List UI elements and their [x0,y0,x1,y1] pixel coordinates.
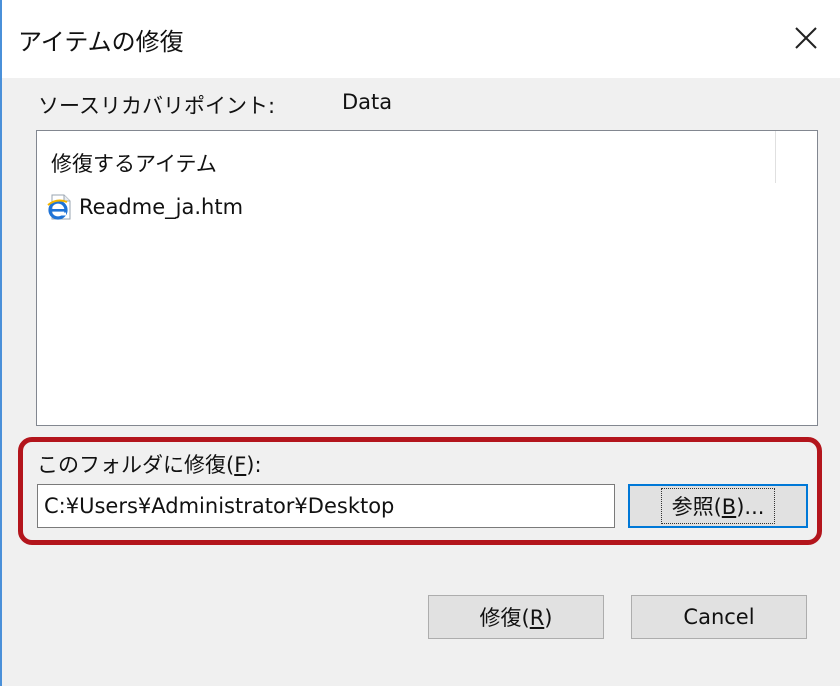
list-item[interactable]: Readme_ja.htm [45,191,243,223]
restore-button[interactable]: 修復(R) [428,595,604,639]
restore-folder-path-input[interactable] [37,484,615,528]
close-icon [795,27,817,49]
title-bar: アイテムの修復 [2,0,840,78]
file-name: Readme_ja.htm [79,195,244,219]
restore-button-label: 修復(R) [479,606,553,630]
browse-button-label: 参照(B)... [660,488,776,524]
restore-items-dialog: アイテムの修復 ソースリカバリポイント: Data 修復するアイテム Readm… [0,0,840,686]
source-recovery-point-value: Data [342,90,393,114]
ie-html-file-icon [47,194,71,220]
window-border [0,0,2,686]
items-to-restore-list[interactable]: 修復するアイテム Readme_ja.htm [36,130,818,426]
source-recovery-point-label: ソースリカバリポイント: [38,94,276,118]
restore-folder-label: このフォルダに修復(F): [37,453,262,477]
items-list-header: 修復するアイテム [51,152,217,176]
browse-button[interactable]: 参照(B)... [628,484,808,528]
dialog-title: アイテムの修復 [18,28,184,56]
column-divider [775,131,776,183]
close-button[interactable] [782,14,830,62]
cancel-button[interactable]: Cancel [631,595,807,639]
